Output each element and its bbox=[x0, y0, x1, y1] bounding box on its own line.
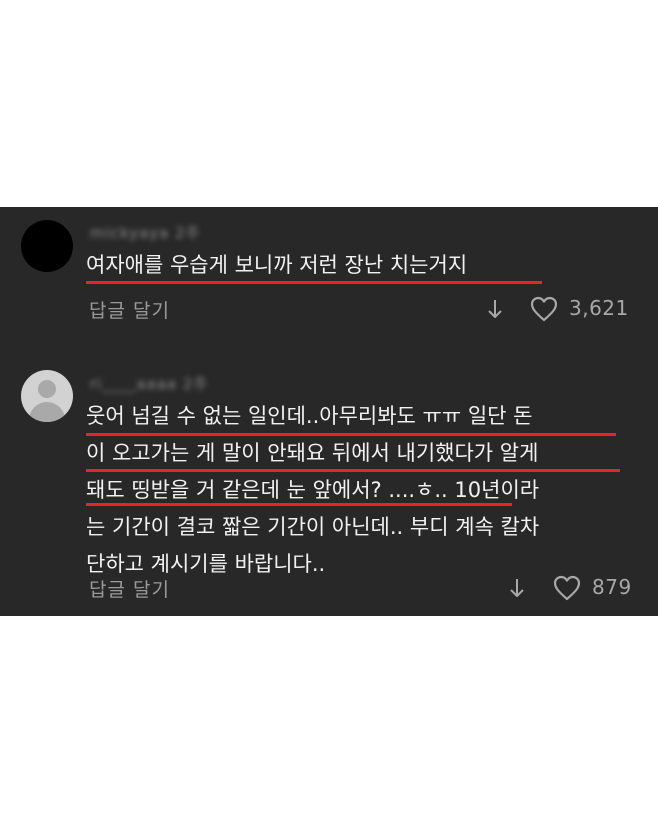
reply-button[interactable]: 답글 달기 bbox=[89, 575, 170, 602]
like-count: 3,621 bbox=[569, 296, 629, 320]
avatar-body bbox=[29, 402, 65, 422]
highlight-underline bbox=[86, 469, 620, 472]
comment-text: 웃어 넘길 수 없는 일인데..아무리봐도 ㅠㅠ 일단 돈 이 오고가는 게 말… bbox=[86, 398, 539, 583]
comment-username[interactable]: ri____aaaa 2주 bbox=[90, 373, 208, 394]
comment-line: 여자애를 우습게 보니까 저런 장난 치는거지 bbox=[86, 253, 468, 277]
avatar[interactable] bbox=[21, 370, 73, 422]
heart-icon[interactable] bbox=[530, 296, 558, 322]
like-count: 879 bbox=[592, 575, 632, 599]
dislike-arrow-icon[interactable] bbox=[508, 577, 526, 599]
dislike-arrow-icon[interactable] bbox=[486, 298, 504, 320]
reply-button[interactable]: 답글 달기 bbox=[89, 296, 170, 323]
comment-item: ri____aaaa 2주 웃어 넘길 수 없는 일인데..아무리봐도 ㅠㅠ 일… bbox=[0, 357, 658, 616]
heart-icon[interactable] bbox=[553, 575, 581, 601]
highlight-underline bbox=[86, 433, 616, 436]
comment-line: 이 오고가는 게 말이 안돼요 뒤에서 내기했다가 알게 bbox=[86, 441, 539, 465]
highlight-underline bbox=[86, 503, 512, 506]
avatar-head bbox=[38, 380, 56, 398]
comments-panel: mickyaya 2주 여자애를 우습게 보니까 저런 장난 치는거지 답글 달… bbox=[0, 207, 658, 616]
avatar[interactable] bbox=[21, 220, 73, 272]
highlight-underline bbox=[86, 281, 542, 284]
comment-username[interactable]: mickyaya 2주 bbox=[90, 222, 200, 243]
comment-line: 웃어 넘길 수 없는 일인데..아무리봐도 ㅠㅠ 일단 돈 bbox=[86, 404, 533, 428]
comment-line: 는 기간이 결코 짧은 기간이 아닌데.. 부디 계속 칼차 bbox=[86, 515, 540, 539]
comment-item: mickyaya 2주 여자애를 우습게 보니까 저런 장난 치는거지 답글 달… bbox=[0, 207, 658, 337]
comment-text: 여자애를 우습게 보니까 저런 장난 치는거지 bbox=[86, 247, 467, 284]
